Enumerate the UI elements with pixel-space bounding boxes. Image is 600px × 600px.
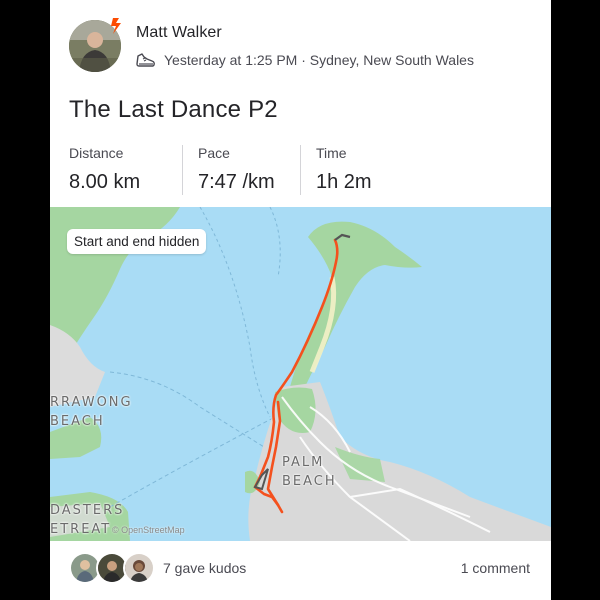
kudos-avatar[interactable]: [123, 552, 155, 584]
kudos-count[interactable]: 7 gave kudos: [163, 560, 246, 576]
map-attribution[interactable]: © OpenStreetMap: [112, 525, 185, 535]
activity-title[interactable]: The Last Dance P2: [69, 96, 278, 124]
running-shoe-icon: [136, 53, 155, 67]
timestamp-location: Yesterday at 1:25 PM · Sydney, New South…: [164, 52, 474, 68]
stat-pace: Pace 7:47 /km: [182, 145, 300, 195]
stat-label: Time: [316, 145, 347, 161]
activity-header: Matt Walker Yesterday at 1:25 PM · Sydne…: [50, 0, 551, 90]
athlete-name[interactable]: Matt Walker: [136, 24, 222, 42]
activity-footer: 7 gave kudos 1 comment: [50, 541, 551, 600]
privacy-pill: Start and end hidden: [67, 229, 207, 254]
strava-logo-icon: [111, 18, 121, 34]
stat-value: 1h 2m: [316, 171, 372, 193]
activity-stats: Distance 8.00 km Pace 7:47 /km Time 1h 2…: [69, 145, 388, 195]
comments-link[interactable]: 1 comment: [461, 560, 530, 576]
kudos-avatars[interactable]: [69, 552, 155, 584]
stat-value: 8.00 km: [69, 171, 141, 193]
activity-meta: Yesterday at 1:25 PM · Sydney, New South…: [136, 51, 474, 69]
route-map[interactable]: Start and end hidden RRAWONG BEACH PALM …: [50, 207, 551, 541]
stat-time: Time 1h 2m: [300, 145, 388, 195]
stat-distance: Distance 8.00 km: [69, 145, 182, 195]
place-label-palm-beach: PALM BEACH: [282, 455, 337, 489]
stat-label: Distance: [69, 145, 124, 161]
place-label-barrawong: RRAWONG BEACH: [50, 395, 133, 429]
activity-card: Matt Walker Yesterday at 1:25 PM · Sydne…: [50, 0, 551, 600]
stat-label: Pace: [198, 145, 230, 161]
stat-value: 7:47 /km: [198, 171, 275, 193]
